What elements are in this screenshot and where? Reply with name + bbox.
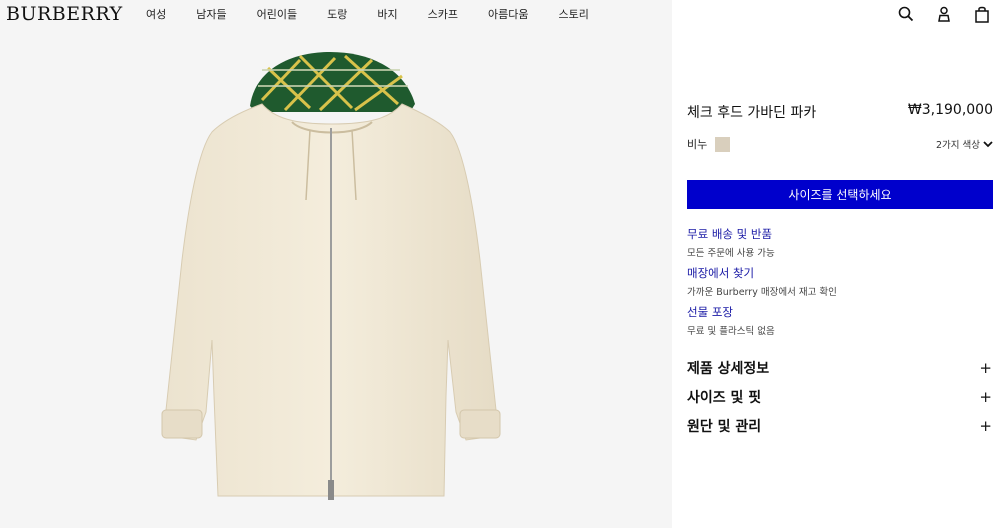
accordion-label: 사이즈 및 핏 bbox=[687, 390, 762, 406]
color-name: 비누 bbox=[687, 138, 708, 151]
main-nav: 여성 남자들 어린이들 도랑 바지 스카프 아름다움 스토리 bbox=[146, 6, 619, 22]
plus-icon: + bbox=[979, 359, 992, 377]
select-size-button[interactable]: 사이즈를 선택하세요 bbox=[687, 180, 993, 209]
nav-item-men[interactable]: 남자들 bbox=[196, 6, 226, 22]
colors-toggle[interactable]: 2가지 색상 bbox=[936, 137, 993, 151]
nav-item-beauty[interactable]: 아름다움 bbox=[488, 6, 528, 22]
accordion-label: 원단 및 관리 bbox=[687, 419, 762, 435]
accordion-size-fit[interactable]: 사이즈 및 핏 + bbox=[687, 387, 992, 407]
accordion-label: 제품 상세정보 bbox=[687, 361, 770, 377]
nav-item-children[interactable]: 어린이들 bbox=[257, 6, 297, 22]
top-navigation: BURBERRY 여성 남자들 어린이들 도랑 바지 스카프 아름다움 스토리 bbox=[0, 0, 672, 30]
find-in-store-desc: 가까운 Burberry 매장에서 재고 확인 bbox=[687, 287, 837, 298]
service-gift-wrap: 선물 포장 무료 및 플라스틱 없음 bbox=[687, 304, 775, 337]
shopping-bag-icon[interactable] bbox=[972, 4, 992, 24]
gift-wrap-link[interactable]: 선물 포장 bbox=[687, 304, 775, 320]
selected-color: 비누 bbox=[687, 136, 731, 152]
user-icon[interactable] bbox=[934, 4, 954, 24]
accordion-fabric-care[interactable]: 원단 및 관리 + bbox=[687, 416, 992, 436]
header-icons bbox=[878, 4, 992, 24]
color-row: 비누 2가지 색상 bbox=[687, 136, 993, 152]
free-shipping-desc: 모든 주문에 사용 가능 bbox=[687, 248, 775, 259]
brand-logo[interactable]: BURBERRY bbox=[6, 3, 123, 25]
color-swatch[interactable] bbox=[715, 136, 731, 152]
nav-item-scarves[interactable]: 스카프 bbox=[428, 6, 458, 22]
nav-item-pants[interactable]: 바지 bbox=[377, 6, 397, 22]
chevron-down-icon bbox=[983, 140, 993, 147]
nav-item-stories[interactable]: 스토리 bbox=[558, 6, 588, 22]
nav-item-trench[interactable]: 도랑 bbox=[327, 6, 347, 22]
product-image[interactable] bbox=[0, 0, 672, 528]
service-find-in-store: 매장에서 찾기 가까운 Burberry 매장에서 재고 확인 bbox=[687, 265, 837, 298]
service-free-shipping: 무료 배송 및 반품 모든 주문에 사용 가능 bbox=[687, 226, 775, 259]
find-in-store-link[interactable]: 매장에서 찾기 bbox=[687, 265, 837, 281]
product-gallery: BURBERRY 여성 남자들 어린이들 도랑 바지 스카프 아름다움 스토리 bbox=[0, 0, 672, 528]
plus-icon: + bbox=[979, 417, 992, 435]
colors-toggle-label: 2가지 색상 bbox=[935, 140, 980, 151]
gift-wrap-desc: 무료 및 플라스틱 없음 bbox=[687, 326, 775, 337]
search-icon[interactable] bbox=[896, 4, 916, 24]
plus-icon: + bbox=[979, 388, 992, 406]
product-price: ₩3,190,000 bbox=[907, 102, 993, 118]
free-shipping-link[interactable]: 무료 배송 및 반품 bbox=[687, 226, 775, 242]
product-title: 체크 후드 가바딘 파카 bbox=[687, 105, 817, 121]
product-title-row: 체크 후드 가바딘 파카 ₩3,190,000 bbox=[687, 102, 993, 122]
product-info-panel: 체크 후드 가바딘 파카 ₩3,190,000 비누 2가지 색상 사이즈를 선… bbox=[672, 0, 1000, 528]
accordion-product-details[interactable]: 제품 상세정보 + bbox=[687, 358, 992, 378]
nav-item-women[interactable]: 여성 bbox=[146, 6, 166, 22]
